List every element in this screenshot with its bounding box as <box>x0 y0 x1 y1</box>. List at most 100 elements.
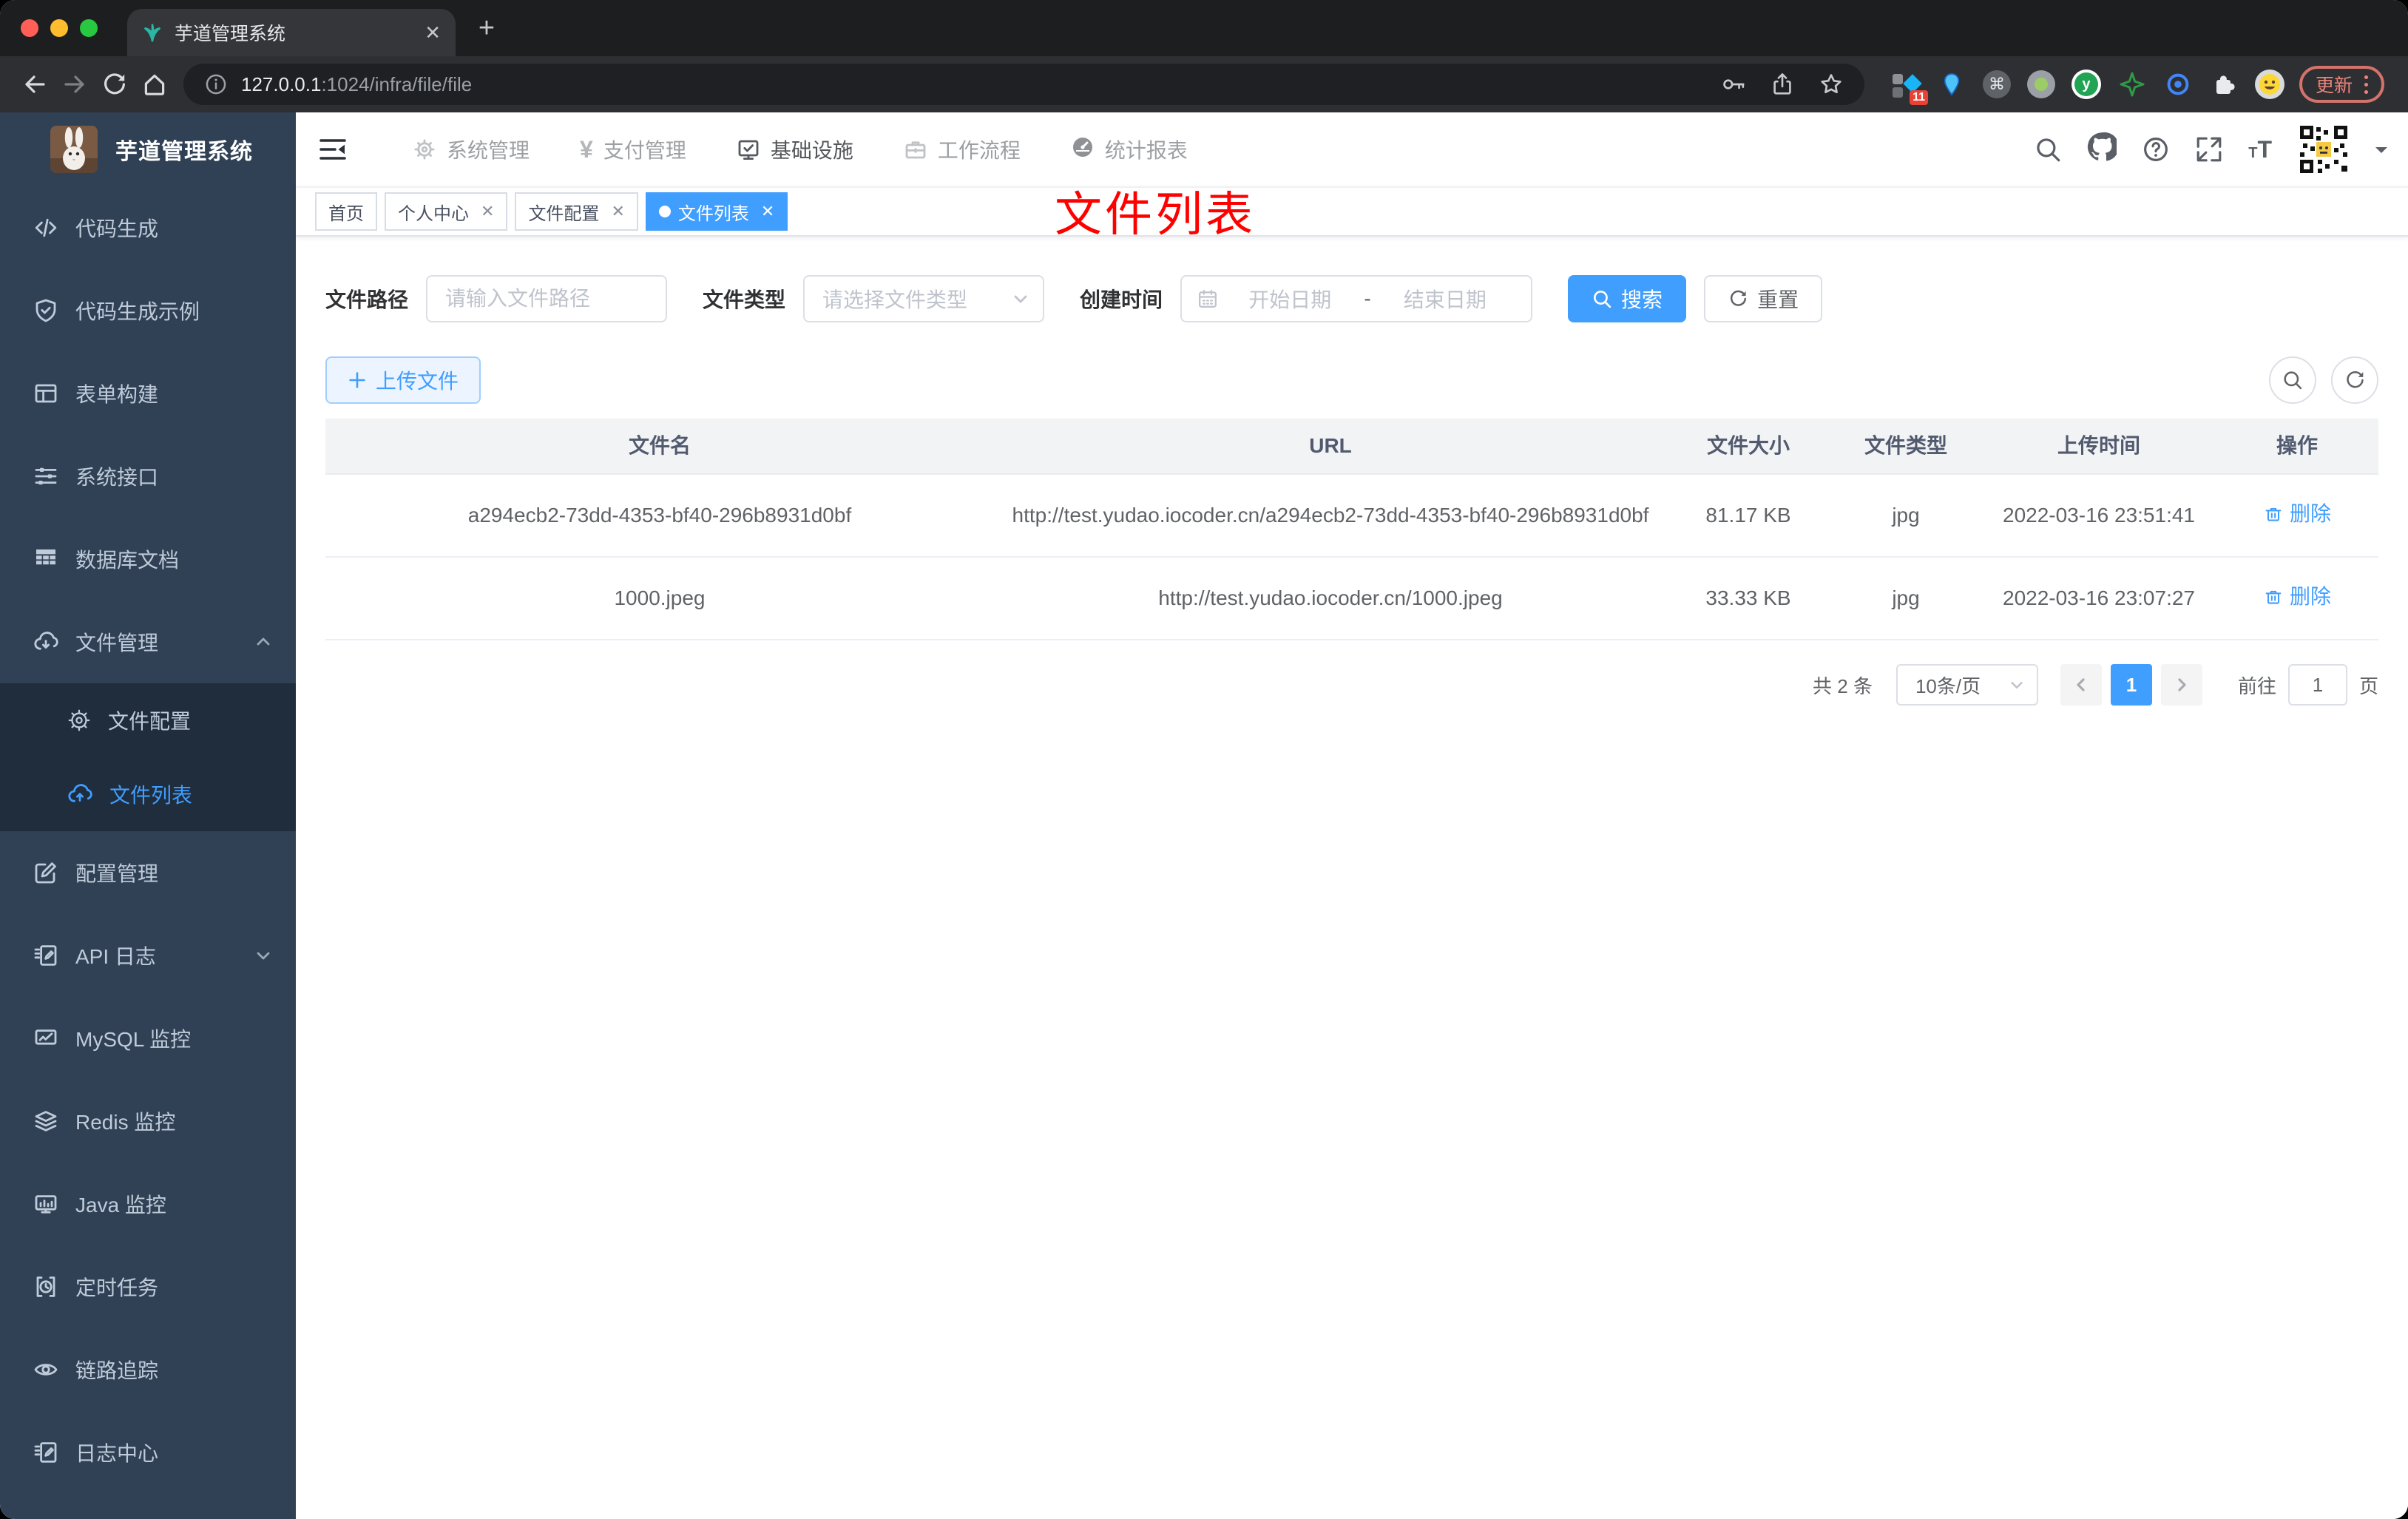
file-type-select[interactable]: 请选择文件类型 <box>803 275 1045 322</box>
sidebar-item-config-management[interactable]: 配置管理 <box>0 831 296 914</box>
page-size-select[interactable]: 10条/页 <box>1895 664 2038 706</box>
sidebar-item-mysql-monitor[interactable]: MySQL 监控 <box>0 997 296 1080</box>
sidebar-item-code-gen[interactable]: 代码生成 <box>0 186 296 269</box>
tag-close-icon[interactable]: ✕ <box>611 202 624 221</box>
col-header-name: 文件名 <box>628 434 691 457</box>
puzzle-extensions-icon[interactable] <box>2209 70 2239 99</box>
topnav-reports[interactable]: 统计报表 <box>1046 112 1213 186</box>
delete-button[interactable]: 删除 <box>2263 497 2331 531</box>
col-header-url: URL <box>1309 434 1352 457</box>
sidebar-item-redis-monitor[interactable]: Redis 监控 <box>0 1080 296 1163</box>
cell-file-type: jpg <box>1892 504 1920 527</box>
font-size-icon[interactable]: TT <box>2248 136 2272 163</box>
sidebar-item-db-doc[interactable]: 数据库文档 <box>0 518 296 601</box>
shield-check-icon <box>33 297 59 324</box>
screen: 芋道管理系统 ✕ + 127.0.0.1:1024/infra/file/fil… <box>0 0 2408 1519</box>
minimize-window-button[interactable] <box>50 19 68 37</box>
site-info-icon[interactable] <box>204 72 228 96</box>
topnav-payment[interactable]: ¥ 支付管理 <box>555 112 711 186</box>
sidebar-item-form-builder[interactable]: 表单构建 <box>0 352 296 435</box>
search-button[interactable]: 搜索 <box>1568 275 1687 322</box>
pagination: 共 2 条 10条/页 1 前往 页 <box>325 664 2378 706</box>
layers-icon <box>33 1108 59 1134</box>
help-icon[interactable] <box>2142 135 2170 163</box>
zoom-window-button[interactable] <box>80 19 98 37</box>
tag-home[interactable]: 首页 <box>315 192 377 231</box>
prev-page-icon[interactable] <box>2060 664 2102 706</box>
logo-rabbit-avatar <box>50 126 98 173</box>
back-icon[interactable] <box>15 64 55 104</box>
file-path-input[interactable] <box>426 275 668 322</box>
tab-close-icon[interactable]: ✕ <box>425 21 441 44</box>
sidebar-item-label: 链路追踪 <box>75 1359 159 1382</box>
share-icon[interactable] <box>1770 72 1795 97</box>
extension-dot-icon[interactable] <box>2026 70 2055 98</box>
password-key-icon[interactable] <box>1721 72 1746 97</box>
upload-button-label: 上传文件 <box>376 370 459 393</box>
search-icon <box>1592 288 1612 309</box>
sidebar-item-file-config[interactable]: 文件配置 <box>0 683 296 757</box>
log-edit-icon <box>33 942 59 969</box>
bookmark-star-icon[interactable] <box>1819 72 1844 97</box>
reset-button[interactable]: 重置 <box>1704 275 1823 322</box>
extension-y-icon[interactable]: y <box>2071 70 2101 99</box>
col-header-time: 上传时间 <box>2057 434 2140 457</box>
table-search-toggle-icon[interactable] <box>2269 356 2316 404</box>
extension-eye-icon[interactable] <box>2163 70 2193 99</box>
sidebar-item-label: 日志中心 <box>75 1442 159 1465</box>
page-content: 文件路径 文件类型 请选择文件类型 创建时间 开始日期 - 结束日期 <box>296 237 2408 1519</box>
search-icon[interactable] <box>2034 135 2062 163</box>
upload-file-button[interactable]: 上传文件 <box>325 356 481 404</box>
tag-profile[interactable]: 个人中心 ✕ <box>385 192 508 231</box>
browser-tab[interactable]: 芋道管理系统 ✕ <box>127 9 456 56</box>
log-edit-icon <box>33 1439 59 1466</box>
extension-star-icon[interactable] <box>2117 70 2147 99</box>
extension-squares-icon[interactable]: 11 <box>1891 70 1928 105</box>
reload-icon[interactable] <box>95 64 135 104</box>
avatar-dropdown-caret-icon[interactable] <box>2375 147 2387 159</box>
current-page-button[interactable]: 1 <box>2110 664 2152 706</box>
close-window-button[interactable] <box>21 19 38 37</box>
cell-file-size: 33.33 KB <box>1705 586 1791 609</box>
topnav-workflow[interactable]: 工作流程 <box>879 112 1046 186</box>
address-bar[interactable]: 127.0.0.1:1024/infra/file/file <box>183 64 1864 105</box>
profile-emoji-icon[interactable] <box>2254 70 2284 99</box>
github-icon[interactable] <box>2087 132 2120 167</box>
delete-button[interactable]: 删除 <box>2263 580 2331 614</box>
sidebar-item-file-list[interactable]: 文件列表 <box>0 757 296 831</box>
sidebar-item-scheduled-tasks[interactable]: 定时任务 <box>0 1245 296 1328</box>
new-tab-button[interactable]: + <box>464 6 509 50</box>
end-date-placeholder: 结束日期 <box>1403 288 1487 311</box>
tag-file-config[interactable]: 文件配置 ✕ <box>515 192 638 231</box>
home-icon[interactable] <box>135 64 175 104</box>
sidebar-item-tracing[interactable]: 链路追踪 <box>0 1328 296 1411</box>
table-refresh-icon[interactable] <box>2331 356 2378 404</box>
sidebar-logo[interactable]: 芋道管理系统 <box>0 112 296 186</box>
sidebar-item-file-management[interactable]: 文件管理 <box>0 601 296 683</box>
sidebar-collapse-icon[interactable] <box>311 127 355 172</box>
tag-file-list[interactable]: 文件列表 ✕ <box>645 192 788 231</box>
sidebar-item-code-demo[interactable]: 代码生成示例 <box>0 269 296 352</box>
tag-close-icon[interactable]: ✕ <box>761 202 774 221</box>
goto-page-input[interactable] <box>2287 664 2347 706</box>
page-size-value: 10条/页 <box>1915 674 1981 697</box>
topnav-label: 系统管理 <box>447 139 530 162</box>
topnav-system[interactable]: 系统管理 <box>388 112 555 186</box>
sidebar-item-java-monitor[interactable]: Java 监控 <box>0 1163 296 1245</box>
topnav-infrastructure[interactable]: 基础设施 <box>711 112 879 186</box>
forward-icon[interactable] <box>55 64 95 104</box>
sidebar-item-system-api[interactable]: 系统接口 <box>0 435 296 518</box>
browser-menu-icon[interactable] <box>2364 75 2368 94</box>
tag-close-icon[interactable]: ✕ <box>481 202 494 221</box>
goto-label: 前往 <box>2237 674 2276 697</box>
qr-avatar[interactable] <box>2297 123 2350 176</box>
fullscreen-icon[interactable] <box>2195 135 2223 163</box>
next-page-icon[interactable] <box>2160 664 2202 706</box>
extension-command-icon[interactable]: ⌘ <box>1982 70 2011 98</box>
sidebar-item-api-log[interactable]: API 日志 <box>0 914 296 997</box>
date-range-picker[interactable]: 开始日期 - 结束日期 <box>1180 275 1533 322</box>
sidebar-item-log-center[interactable]: 日志中心 <box>0 1411 296 1494</box>
file-type-label: 文件类型 <box>703 288 786 311</box>
extension-pin-icon[interactable] <box>1937 70 1966 99</box>
browser-update-chip[interactable]: 更新 <box>2299 66 2384 103</box>
